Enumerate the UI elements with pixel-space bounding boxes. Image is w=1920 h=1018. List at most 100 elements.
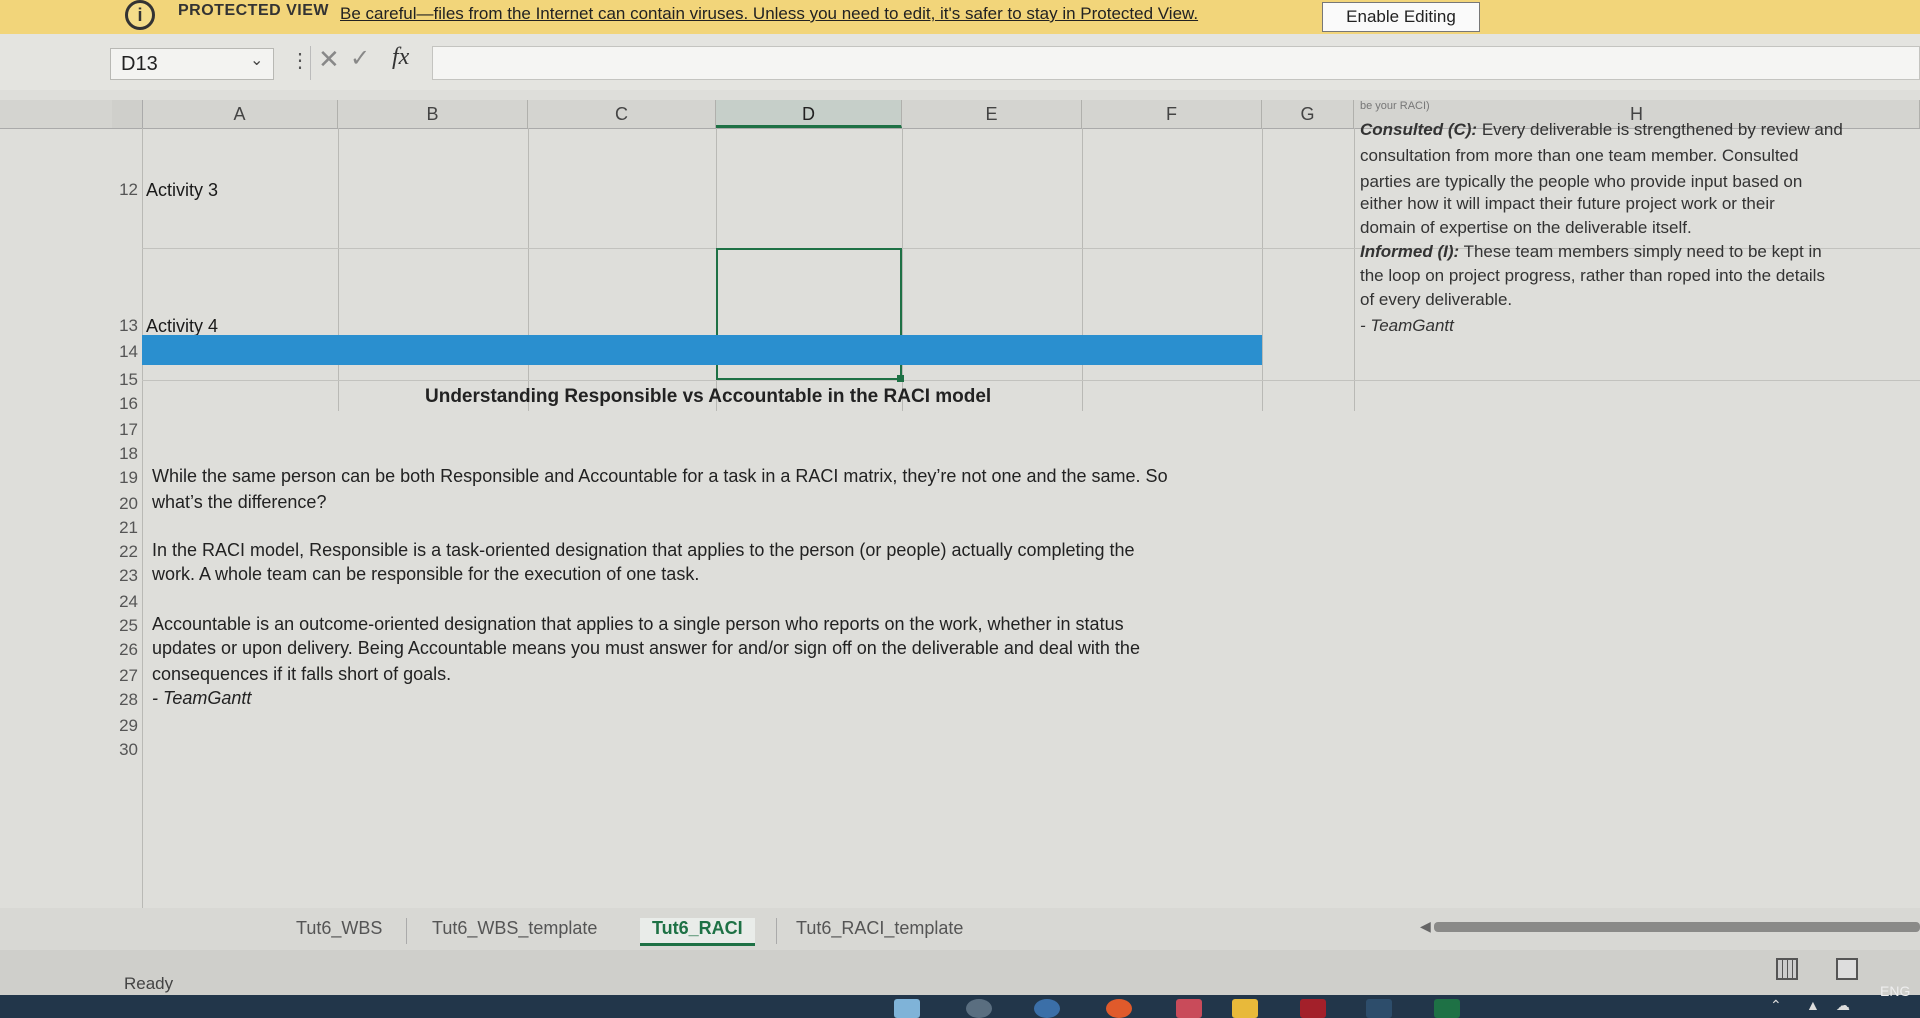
page-layout-icon[interactable] [1836,958,1858,980]
informed-line-2[interactable]: the loop on project progress, rather tha… [1360,266,1825,286]
consulted-line-1[interactable]: Consulted (C): Every deliverable is stre… [1360,120,1843,140]
chevron-up-icon[interactable]: ⌃ [1770,997,1782,1014]
fill-handle[interactable] [897,375,904,382]
paragraph-row-28[interactable]: - TeamGantt [152,688,251,709]
paragraph-row-25[interactable]: Accountable is an outcome-oriented desig… [152,614,1124,635]
consulted-line-3[interactable]: parties are typically the people who pro… [1360,172,1802,192]
paragraph-row-27[interactable]: consequences if it falls short of goals. [152,664,451,685]
consulted-line-4[interactable]: either how it will impact their future p… [1360,194,1775,214]
select-all-corner[interactable] [112,100,143,128]
column-header-e[interactable]: E [902,100,1082,128]
row-header-23[interactable]: 23 [104,566,142,586]
tab-tut6-wbs[interactable]: Tut6_WBS [296,918,382,939]
row-header-14[interactable]: 14 [104,342,142,362]
network-icon[interactable]: ▲ [1806,997,1820,1013]
cloud-icon[interactable]: ☁ [1836,997,1850,1014]
insert-function-icon[interactable]: fx [392,44,409,71]
column-header-d[interactable]: D [716,100,902,128]
row-header-17[interactable]: 17 [104,420,142,440]
check-icon[interactable]: ✓ [350,44,370,73]
tab-tut6-raci[interactable]: Tut6_RACI [640,918,755,946]
gridline [338,128,339,411]
tab-divider [776,918,777,944]
column-header-b[interactable]: B [338,100,528,128]
row-header-28[interactable]: 28 [104,690,142,710]
paragraph-row-22[interactable]: In the RACI model, Responsible is a task… [152,540,1135,561]
column-header-a[interactable]: A [142,100,338,128]
paragraph-row-26[interactable]: updates or upon delivery. Being Accounta… [152,638,1140,659]
status-bar: Ready [0,950,1920,995]
consulted-line-5[interactable]: domain of expertise on the deliverable i… [1360,218,1692,238]
status-ready: Ready [124,974,174,993]
row-header-20[interactable]: 20 [104,494,142,514]
language-indicator[interactable]: ENG [1880,983,1910,999]
row-header-27[interactable]: 27 [104,666,142,686]
column-header-c[interactable]: C [528,100,716,128]
row-header-29[interactable]: 29 [104,716,142,736]
cell-a12[interactable]: Activity 3 [146,180,218,201]
row-header-24[interactable]: 24 [104,592,142,612]
h-note-fragment: be your RACI) [1360,100,1430,112]
taskbar-app-icon[interactable] [1034,999,1060,1018]
gridline [1354,128,1355,411]
row-header-19[interactable]: 19 [104,468,142,488]
row-14-fill[interactable] [142,335,1262,365]
worksheet[interactable]: A B C D E F G H 12 Activity 3 13 Activit… [0,90,1920,908]
info-icon: i [125,0,155,30]
formula-bar: D13 ⌄ ⋮ ✕ ✓ fx [0,34,1920,90]
row-header-22[interactable]: 22 [104,542,142,562]
column-header-f[interactable]: F [1082,100,1262,128]
paragraph-row-20[interactable]: what’s the difference? [152,492,326,513]
gridline [1262,128,1263,411]
informed-line-3[interactable]: of every deliverable. [1360,290,1512,310]
more-options-icon[interactable]: ⋮ [290,48,310,73]
taskbar-app-icon[interactable] [1366,999,1392,1018]
row-header-21[interactable]: 21 [104,518,142,538]
column-header-g[interactable]: G [1262,100,1354,128]
tab-tut6-wbs-template[interactable]: Tut6_WBS_template [432,918,597,939]
excel-icon[interactable] [1434,999,1460,1018]
consulted-label: Consulted (C): [1360,120,1478,139]
row-header-13[interactable]: 13 [104,316,142,336]
scroll-left-icon[interactable]: ◀ [1420,918,1431,935]
informed-label: Informed (I): [1360,242,1460,261]
row-header-15[interactable]: 15 [104,370,142,390]
formula-input[interactable] [432,46,1920,80]
folder-icon[interactable] [1232,999,1258,1018]
taskbar: ⌃ ▲ ☁ ENG [0,983,1920,1018]
tab-divider [406,918,407,944]
formula-divider [310,46,311,80]
taskbar-app-icon[interactable] [1300,999,1326,1018]
gridline [1082,128,1083,411]
gridline [902,128,903,411]
gridline [142,128,143,908]
tab-tut6-raci-template[interactable]: Tut6_RACI_template [796,918,963,939]
section-title[interactable]: Understanding Responsible vs Accountable… [425,386,991,408]
protected-view-title: PROTECTED VIEW [178,2,330,19]
row-header-18[interactable]: 18 [104,444,142,464]
row-header-12[interactable]: 12 [104,180,142,200]
chevron-down-icon[interactable]: ⌄ [250,50,263,70]
row-header-16[interactable]: 16 [104,394,142,414]
enable-editing-button[interactable]: Enable Editing [1322,2,1480,32]
cell-a13[interactable]: Activity 4 [146,316,218,337]
informed-line-1[interactable]: Informed (I): These team members simply … [1360,242,1822,262]
normal-view-icon[interactable] [1776,958,1798,980]
consulted-text-1: Every deliverable is strengthened by rev… [1477,120,1843,139]
cancel-icon[interactable]: ✕ [318,44,340,75]
horizontal-scrollbar[interactable] [1434,922,1920,932]
row-header-30[interactable]: 30 [104,740,142,760]
sheet-tab-bar: Tut6_WBS Tut6_WBS_template Tut6_RACI Tut… [0,908,1920,950]
paragraph-row-23[interactable]: work. A whole team can be responsible fo… [152,564,699,585]
taskbar-app-icon[interactable] [1176,999,1202,1018]
taskbar-app-icon[interactable] [1106,999,1132,1018]
h-source[interactable]: - TeamGantt [1360,316,1454,336]
taskbar-app-icon[interactable] [894,999,920,1018]
consulted-line-2[interactable]: consultation from more than one team mem… [1360,146,1798,166]
paragraph-row-19[interactable]: While the same person can be both Respon… [152,466,1168,487]
taskbar-app-icon[interactable] [966,999,992,1018]
row-header-25[interactable]: 25 [104,616,142,636]
protected-view-message[interactable]: Be careful—files from the Internet can c… [340,4,1198,24]
protected-view-bar: i PROTECTED VIEW Be careful—files from t… [0,0,1920,35]
row-header-26[interactable]: 26 [104,640,142,660]
